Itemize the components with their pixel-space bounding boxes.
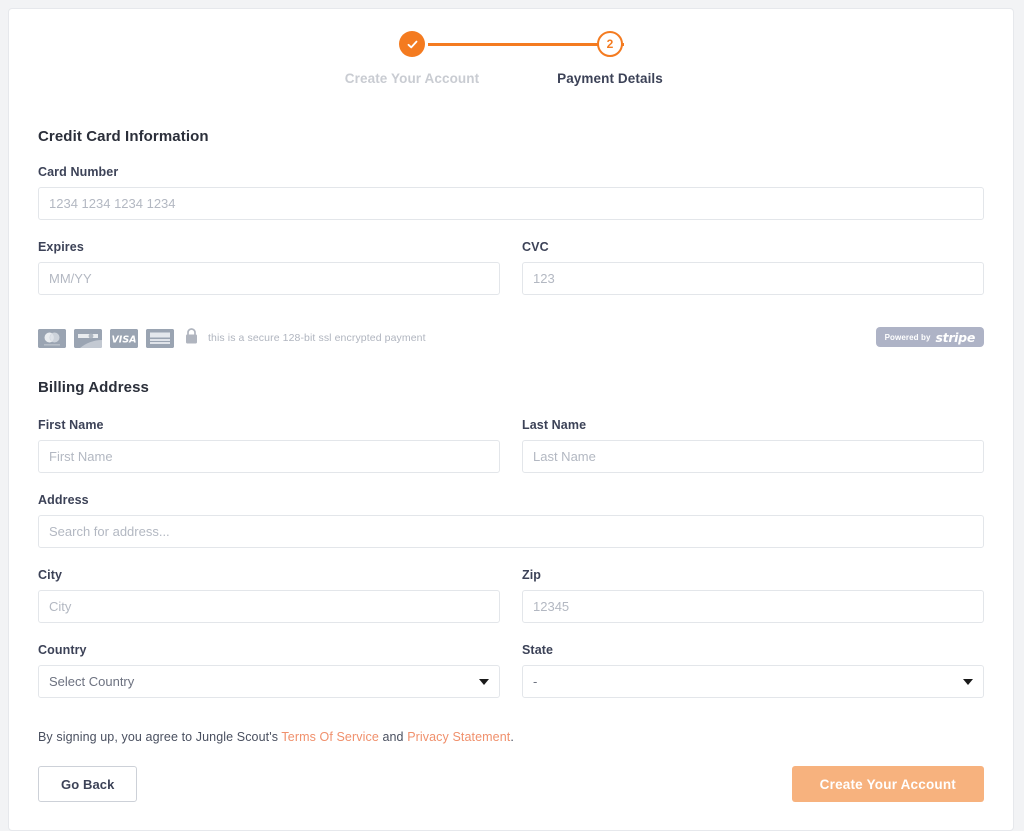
card-number-field-block: Card Number bbox=[38, 165, 984, 220]
step-create-your-account[interactable]: Create Your Account bbox=[313, 31, 511, 86]
secure-payment-text: this is a secure 128-bit ssl encrypted p… bbox=[208, 332, 426, 344]
state-field-block: State - bbox=[522, 643, 984, 698]
step-payment-details[interactable]: 2 Payment Details bbox=[511, 31, 709, 86]
city-field-block: City bbox=[38, 568, 500, 623]
credit-card-section-title: Credit Card Information bbox=[38, 128, 209, 145]
address-label: Address bbox=[38, 493, 89, 507]
city-label: City bbox=[38, 568, 63, 582]
page-background: Create Your Account 2 Payment Details Cr… bbox=[0, 0, 1024, 831]
mastercard-icon bbox=[38, 328, 66, 348]
svg-text:VISA: VISA bbox=[111, 334, 136, 345]
form-footer: Go Back Create Your Account bbox=[38, 766, 984, 830]
secure-payment-row: VISA this is a secure 128-bit ssl encryp… bbox=[38, 325, 984, 351]
stripe-badge: Powered by stripe bbox=[875, 327, 984, 347]
cvc-label: CVC bbox=[522, 240, 549, 254]
card-number-input[interactable] bbox=[38, 187, 984, 220]
country-label: Country bbox=[38, 643, 87, 657]
terms-middle: and bbox=[378, 730, 408, 744]
city-zip-row: City Zip bbox=[38, 568, 984, 643]
country-field-block: Country Select Country bbox=[38, 643, 500, 698]
visa-icon: VISA bbox=[110, 328, 138, 348]
country-select-wrap: Select Country bbox=[38, 665, 500, 698]
address-field-block: Address bbox=[38, 493, 984, 548]
step-1-label: Create Your Account bbox=[344, 71, 480, 86]
city-input[interactable] bbox=[38, 590, 500, 623]
last-name-label: Last Name bbox=[522, 418, 587, 432]
last-name-field-block: Last Name bbox=[522, 418, 984, 473]
signup-card: Create Your Account 2 Payment Details Cr… bbox=[8, 8, 1014, 831]
state-select-wrap: - bbox=[522, 665, 984, 698]
lock-icon bbox=[184, 327, 199, 350]
step-2-circle-number: 2 bbox=[597, 31, 623, 57]
terms-agreement-text: By signing up, you agree to Jungle Scout… bbox=[38, 730, 984, 744]
state-select[interactable]: - bbox=[522, 665, 984, 698]
expires-field-block: Expires bbox=[38, 240, 500, 295]
stripe-brand-label: stripe bbox=[935, 329, 976, 345]
zip-input[interactable] bbox=[522, 590, 984, 623]
country-select[interactable]: Select Country bbox=[38, 665, 500, 698]
card-number-label: Card Number bbox=[38, 165, 119, 179]
terms-prefix: By signing up, you agree to Jungle Scout… bbox=[38, 730, 282, 744]
billing-address-section-title: Billing Address bbox=[38, 379, 149, 396]
expires-cvc-row: Expires CVC bbox=[38, 240, 984, 315]
expires-input[interactable] bbox=[38, 262, 500, 295]
privacy-statement-link[interactable]: Privacy Statement bbox=[407, 730, 510, 744]
stepper-track: Create Your Account 2 Payment Details bbox=[313, 31, 709, 86]
create-your-account-button[interactable]: Create Your Account bbox=[791, 766, 984, 802]
cvc-input[interactable] bbox=[522, 262, 984, 295]
zip-field-block: Zip bbox=[522, 568, 984, 623]
amex-icon bbox=[146, 328, 174, 348]
progress-stepper: Create Your Account 2 Payment Details bbox=[38, 9, 984, 96]
name-row: First Name Last Name bbox=[38, 418, 984, 493]
first-name-input[interactable] bbox=[38, 440, 500, 473]
go-back-button[interactable]: Go Back bbox=[38, 766, 138, 802]
expires-label: Expires bbox=[38, 240, 84, 254]
cvc-field-block: CVC bbox=[522, 240, 984, 295]
last-name-input[interactable] bbox=[522, 440, 984, 473]
step-2-label: Payment Details bbox=[557, 71, 663, 86]
terms-of-service-link[interactable]: Terms Of Service bbox=[281, 730, 378, 744]
country-state-row: Country Select Country State - bbox=[38, 643, 984, 718]
address-search-input[interactable] bbox=[38, 515, 984, 548]
step-1-circle-check bbox=[399, 31, 425, 57]
zip-label: Zip bbox=[522, 568, 542, 582]
stripe-powered-by-label: Powered by bbox=[884, 332, 931, 342]
terms-suffix: . bbox=[510, 730, 514, 744]
discover-icon bbox=[74, 328, 102, 348]
first-name-field-block: First Name bbox=[38, 418, 500, 473]
first-name-label: First Name bbox=[38, 418, 104, 432]
state-label: State bbox=[522, 643, 554, 657]
